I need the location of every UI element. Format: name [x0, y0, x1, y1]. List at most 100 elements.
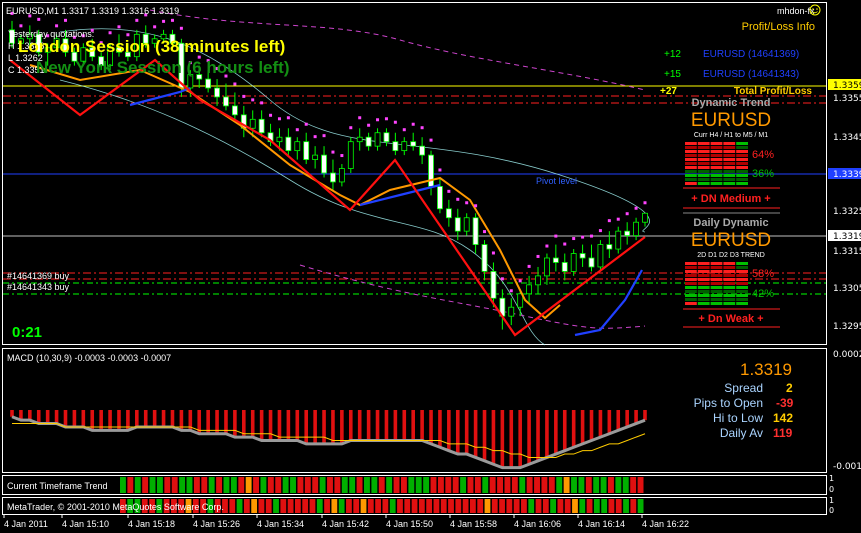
pl-row1-pips: +12 [664, 49, 681, 60]
current-trend-label: Current Timeframe Trend [7, 481, 108, 491]
daily-dynamic-red-pct: 58% [752, 268, 774, 280]
macd-bar [643, 410, 647, 421]
macd-bar [598, 410, 603, 438]
sar-dot [607, 219, 611, 223]
macd-bar [63, 410, 68, 427]
chart-canvas[interactable]: 1.3355 1.3345 1.3325 1.3315 1.3305 1.329… [0, 0, 861, 533]
sar-dot [456, 197, 460, 201]
trend-grid-cell [736, 150, 748, 153]
chart-window: 1.3355 1.3345 1.3325 1.3315 1.3305 1.329… [0, 0, 861, 533]
macd-bar [45, 410, 50, 424]
sar-dot [643, 201, 647, 205]
trend-bar [541, 477, 548, 493]
trend-bar [295, 499, 301, 513]
brand-label: mhdon-fx [777, 6, 815, 16]
trend-bar [491, 499, 498, 513]
trend-bar [556, 477, 563, 493]
candle-body [410, 141, 417, 147]
candle-body [383, 132, 390, 143]
trend-grid-cell [723, 262, 736, 265]
order-label-1: #14641369 buy [7, 271, 70, 281]
trend-bar [290, 477, 296, 493]
trend-bar [243, 499, 250, 513]
sar-dot [108, 31, 112, 35]
candle-body [231, 105, 238, 116]
trend-grid-cell [723, 302, 736, 305]
trend-grid-cell [710, 302, 723, 305]
trend-grid-cell [723, 298, 736, 301]
info-panel: 1.3319 Spread 2 Pips to Open -39 Hi to L… [694, 360, 794, 440]
trend-grid-cell [697, 286, 710, 289]
trend-grid-cell [736, 290, 748, 293]
trend-bar [400, 477, 407, 493]
candle-body [472, 217, 479, 245]
trend-grid-cell [736, 146, 748, 149]
info-spread-label: Spread [724, 381, 763, 395]
trend-grid-cell [736, 274, 748, 277]
trend-bar [258, 499, 265, 513]
sar-dot [170, 18, 174, 22]
trend-scale-one: 1 [829, 496, 834, 505]
trend-grid-cell [710, 162, 723, 165]
sar-dot [126, 33, 130, 37]
trend-grid-cell [723, 274, 736, 277]
candle-body [258, 118, 265, 134]
trend-grid-cell [710, 154, 723, 157]
macd-bar [438, 410, 442, 448]
trend-grid-cell [723, 270, 736, 273]
time-tick: 4 Jan 15:50 [386, 519, 433, 529]
macd-bar [268, 410, 273, 441]
trend-bar [389, 499, 396, 513]
trend-grid-cell [685, 262, 697, 265]
trend-bar [280, 499, 287, 513]
candle-body [481, 244, 488, 272]
sar-dot [340, 154, 344, 158]
sar-dot [304, 122, 308, 126]
candle-body [419, 145, 426, 156]
trend-bar [229, 499, 236, 513]
sar-dot [563, 242, 567, 246]
trend-grid-cell [723, 142, 736, 145]
candle-body [579, 253, 586, 259]
trend-grid-cell [736, 262, 748, 265]
macd-bar [464, 410, 469, 455]
sar-dot [322, 134, 326, 138]
trend-grid-cell [697, 302, 710, 305]
macd-bar [28, 410, 32, 421]
trend-bar [164, 477, 171, 493]
time-tick: 4 Jan 15:18 [128, 519, 175, 529]
trend-grid-cell [710, 182, 723, 185]
trend-grid-cell [710, 294, 723, 297]
sar-dot [625, 212, 629, 216]
trend-grid-cell [685, 178, 697, 181]
info-hi-low-value: 142 [773, 411, 793, 425]
trend-grid-cell [736, 302, 748, 305]
sar-dot [545, 244, 549, 248]
macd-bar [277, 410, 282, 441]
metatrader-copyright: MetaTrader, © 2001-2010 MetaQuotes Softw… [7, 502, 224, 512]
trend-bar [426, 499, 433, 513]
trend-scale-zero: 0 [829, 506, 834, 515]
sar-dot [447, 189, 451, 193]
sar-dot [634, 206, 638, 210]
trend-bar [615, 499, 622, 513]
trend-grid-cell [685, 298, 697, 301]
trend-grid-cell [685, 274, 697, 277]
trend-bar [623, 499, 629, 513]
trend-grid-cell [685, 278, 697, 281]
trend-grid-cell [723, 278, 736, 281]
dynamic-trend-symbol: EURUSD [691, 110, 771, 131]
trend-grid-cell [736, 142, 748, 145]
macd-bar [375, 410, 380, 441]
trend-grid-cell [710, 270, 723, 273]
trend-bar [267, 477, 274, 493]
trend-scale-zero: 0 [829, 485, 834, 494]
macd-bar [54, 410, 59, 424]
macd-signal-line [12, 423, 646, 458]
candle-body [214, 87, 220, 98]
sar-dot [349, 126, 353, 130]
pl-total-pips: +27 [660, 86, 677, 97]
trend-grid-cell [697, 170, 710, 173]
trend-bar [528, 499, 535, 513]
trend-grid-cell [697, 158, 710, 161]
